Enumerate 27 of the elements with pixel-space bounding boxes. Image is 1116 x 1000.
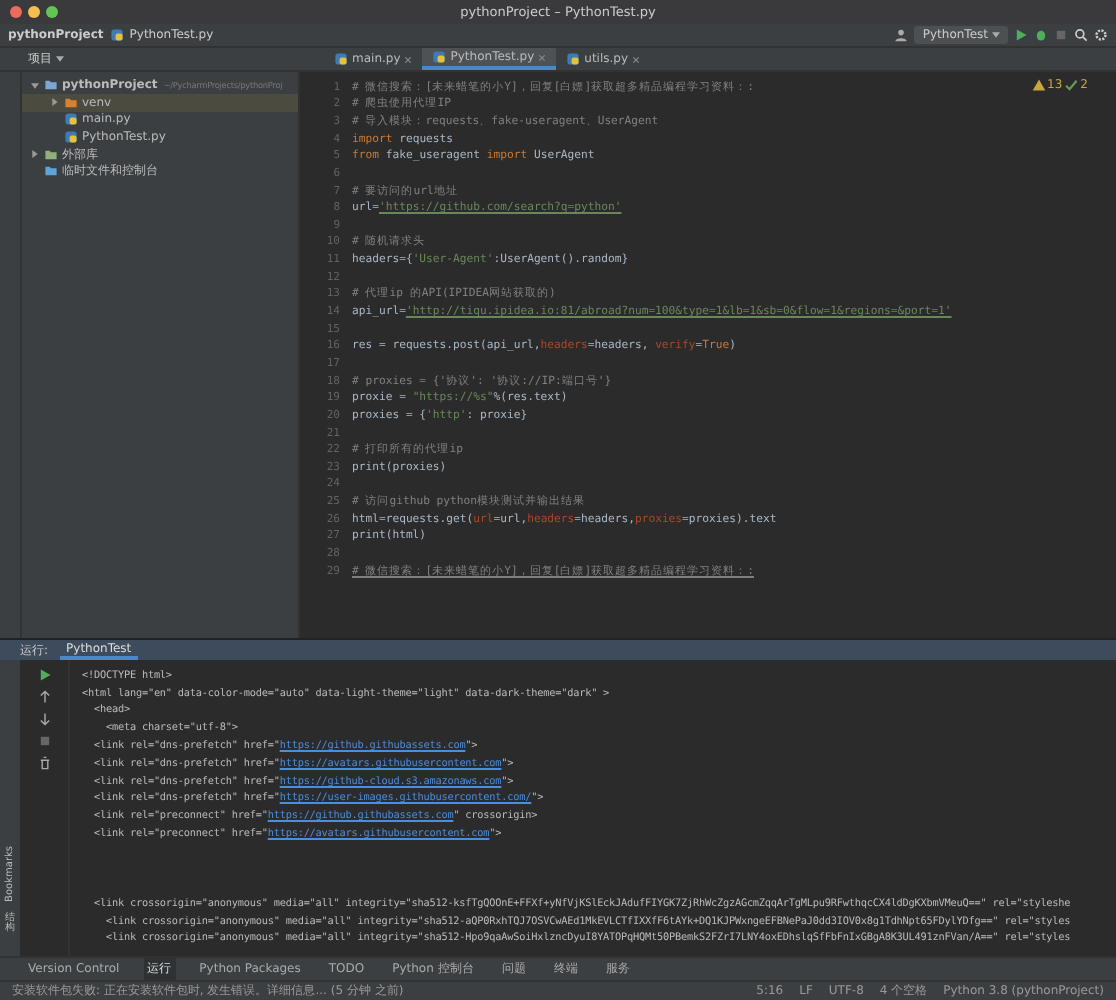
warning-icon: [1031, 78, 1046, 93]
close-icon[interactable]: [404, 55, 413, 63]
run-icon[interactable]: [1014, 27, 1028, 42]
caret-icon: [992, 31, 1000, 38]
python-file-icon: [566, 52, 581, 66]
debug-icon[interactable]: [1034, 27, 1048, 42]
down-arrow-icon[interactable]: [37, 712, 51, 727]
python-file-icon: [334, 52, 348, 66]
zoom-window-button[interactable]: [46, 5, 58, 18]
python-file-icon: [109, 27, 124, 42]
caret-icon: [56, 56, 64, 62]
search-icon[interactable]: [1074, 27, 1088, 42]
close-icon[interactable]: [632, 55, 641, 63]
chevron-icon[interactable]: [52, 98, 58, 107]
stop-icon[interactable]: [37, 734, 51, 749]
checkmark-icon: [1064, 78, 1079, 93]
close-icon[interactable]: [538, 53, 547, 61]
close-window-button[interactable]: [10, 5, 22, 18]
up-arrow-icon[interactable]: [37, 690, 51, 705]
python-file-icon: [432, 50, 447, 64]
rerun-icon[interactable]: [37, 668, 51, 683]
chevron-icon[interactable]: [32, 150, 38, 159]
minimize-window-button[interactable]: [28, 5, 40, 18]
trash-icon[interactable]: [37, 756, 51, 771]
chevron-icon[interactable]: [31, 82, 39, 89]
user-icon[interactable]: [894, 27, 909, 42]
settings-icon[interactable]: [1094, 27, 1108, 42]
